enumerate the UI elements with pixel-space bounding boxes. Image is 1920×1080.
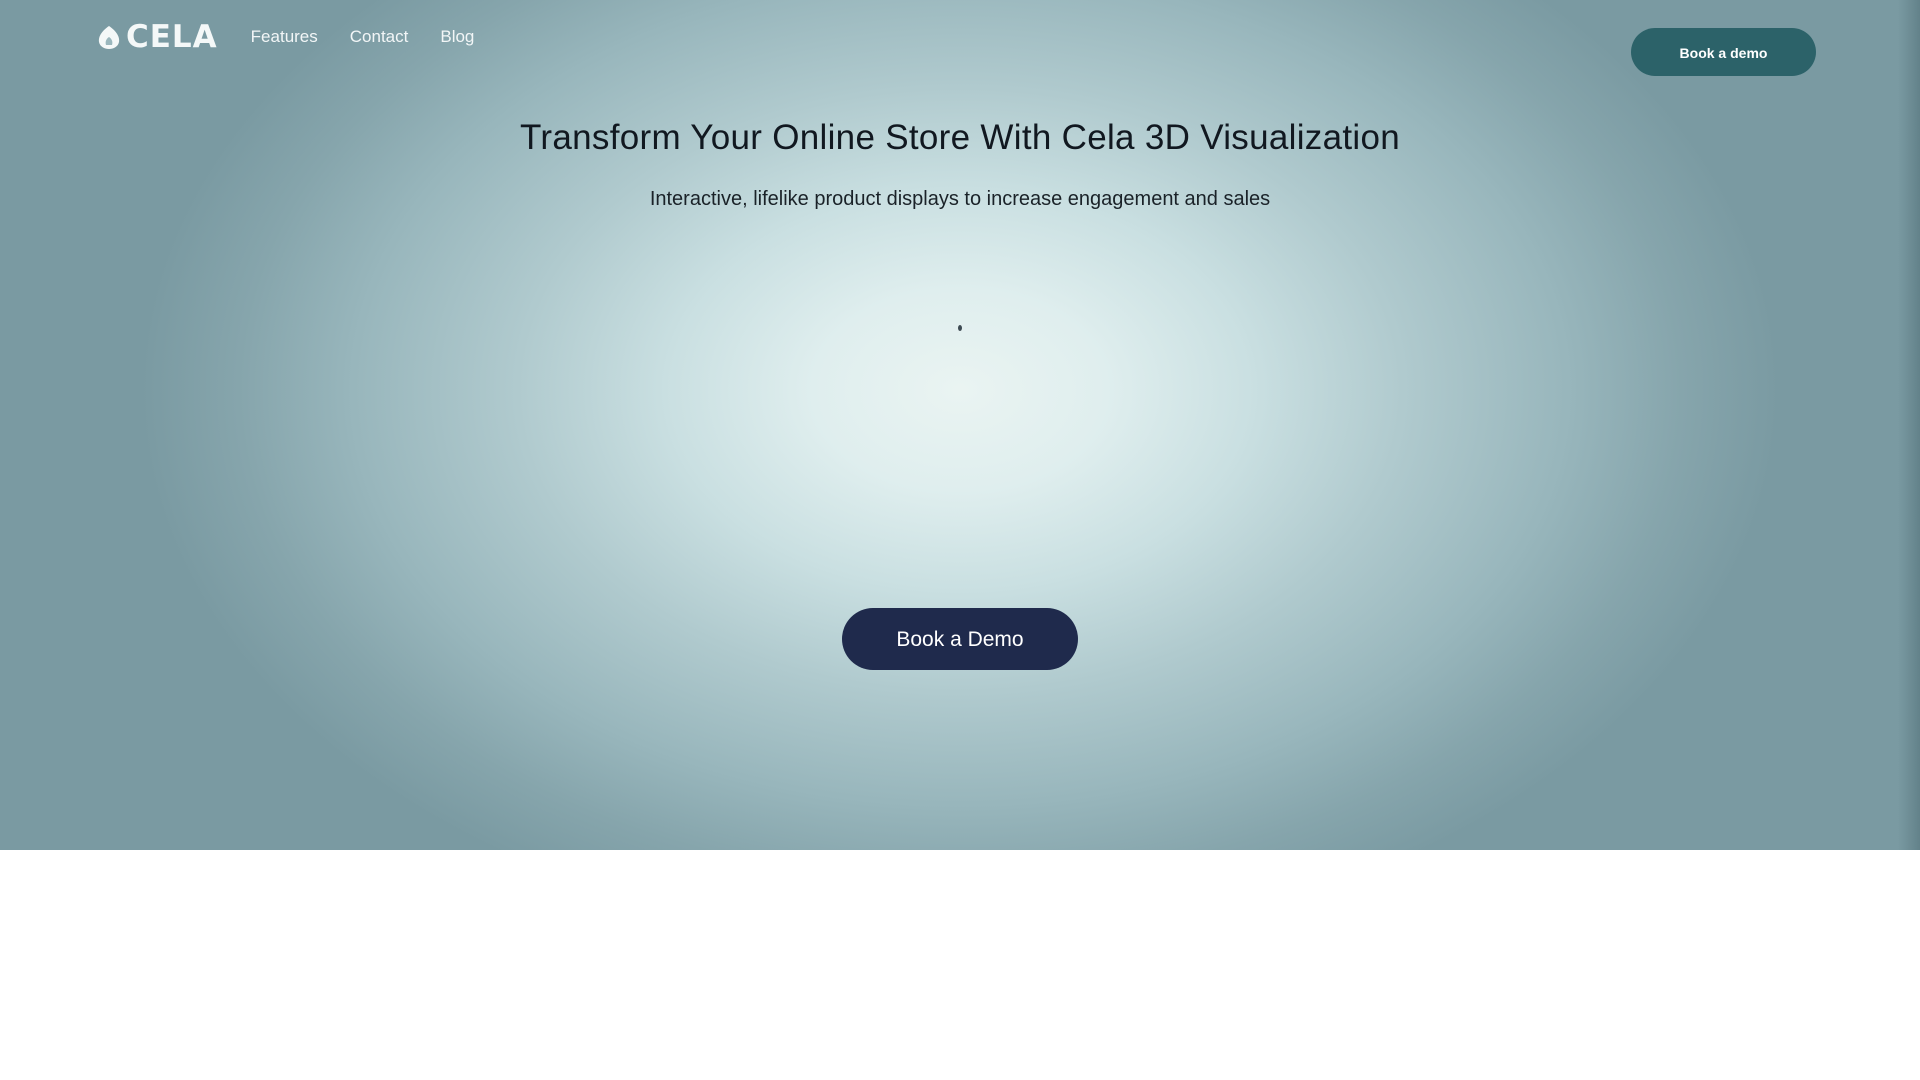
book-demo-hero-button[interactable]: Book a Demo: [842, 608, 1078, 670]
nav-link-contact[interactable]: Contact: [350, 22, 409, 52]
nav-link-features[interactable]: Features: [251, 22, 318, 52]
hero-section: CELA Features Contact Blog Book a demo T…: [0, 0, 1920, 850]
hero-title: Transform Your Online Store With Cela 3D…: [520, 118, 1400, 157]
book-demo-nav-button[interactable]: Book a demo: [1631, 28, 1816, 76]
top-navigation: CELA Features Contact Blog: [96, 19, 507, 55]
hero-subtitle: Interactive, lifelike product displays t…: [649, 188, 1271, 210]
nav-link-blog[interactable]: Blog: [440, 22, 474, 52]
nav-links: Features Contact Blog: [251, 22, 507, 52]
cela-logo-icon: [98, 26, 120, 49]
brand-logo[interactable]: CELA: [96, 19, 218, 55]
logo-wordmark: CELA: [126, 19, 218, 55]
loading-dot-icon: [958, 325, 962, 331]
